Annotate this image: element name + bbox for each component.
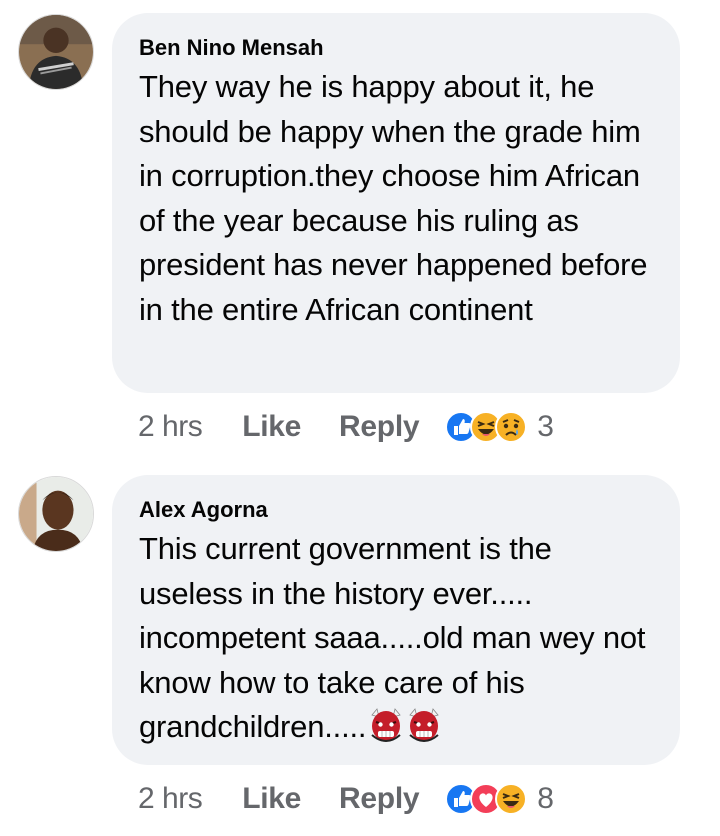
comment-actions: 2 hrs Like Reply 3 [138,407,554,447]
comment-time[interactable]: 2 hrs [138,410,203,444]
comment-text: They way he is happy about it, he should… [139,69,648,327]
avatar-ben-nino-mensah[interactable] [18,14,94,90]
profile-photo-icon [19,477,93,551]
profile-photo-icon [19,15,93,89]
comment-bubble: Ben Nino Mensah They way he is happy abo… [112,13,680,393]
like-button[interactable]: Like [242,782,301,816]
comment-time[interactable]: 2 hrs [138,782,203,816]
comment-text: This current government is the useless i… [139,527,652,750]
reply-button[interactable]: Reply [339,410,420,444]
comment-author[interactable]: Alex Agorna [139,497,652,523]
comment-actions: 2 hrs Like Reply 8 [138,779,554,819]
like-button[interactable]: Like [242,410,301,444]
reaction-count: 8 [537,782,554,815]
reaction-summary[interactable]: 3 [445,410,554,444]
reaction-count: 3 [537,410,554,443]
comment-bubble: Alex Agorna This current government is t… [112,475,680,765]
laughing-icon [495,783,528,815]
ogre-icon [368,707,404,743]
avatar-alex-agorna[interactable] [18,476,94,552]
comment-author[interactable]: Ben Nino Mensah [139,35,652,61]
ogre-icon [406,707,442,743]
sad-icon [495,411,528,443]
reaction-summary[interactable]: 8 [445,782,554,816]
reply-button[interactable]: Reply [339,782,420,816]
